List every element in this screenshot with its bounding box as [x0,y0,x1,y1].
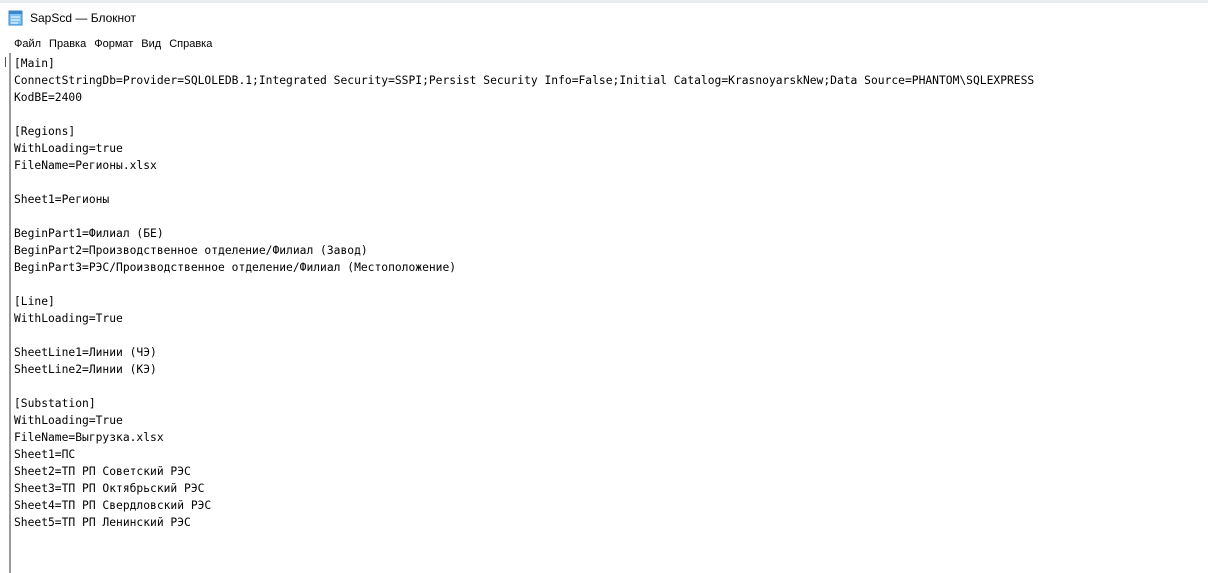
editor-line: [Main] [14,57,55,70]
menu-view[interactable]: Вид [141,38,161,50]
editor-line: Sheet1=ПС [14,448,76,461]
editor-line: Sheet2=ТП РП Советский РЭС [14,465,191,478]
editor-line: BeginPart3=РЭС/Производственное отделени… [14,261,457,274]
menu-help[interactable]: Справка [169,38,212,50]
editor-line: WithLoading=true [14,142,123,155]
editor-line: Sheet5=ТП РП Ленинский РЭС [14,516,191,529]
editor-line: BeginPart2=Производственное отделение/Фи… [14,244,368,257]
menu-format[interactable]: Формат [94,38,133,50]
notepad-window: SapScd — Блокнот Файл Правка Формат Вид … [0,0,1208,573]
editor-line: FileName=Регионы.xlsx [14,159,157,172]
editor-line: Sheet4=ТП РП Свердловский РЭС [14,499,212,512]
editor-line: ConnectStringDb=Provider=SQLOLEDB.1;Inte… [14,74,1035,87]
editor-line: [Line] [14,295,55,308]
text-caret [5,57,6,67]
editor-line: [Regions] [14,125,76,138]
editor-line: BeginPart1=Филиал (БЕ) [14,227,164,240]
editor-line: WithLoading=True [14,312,123,325]
editor-line: FileName=Выгрузка.xlsx [14,431,164,444]
editor-line: SheetLine2=Линии (КЭ) [14,363,157,376]
text-editor[interactable]: [Main] ConnectStringDb=Provider=SQLOLEDB… [9,53,1208,573]
title-bar[interactable]: SapScd — Блокнот [0,3,1208,32]
window-title: SapScd — Блокнот [30,10,137,25]
editor-content[interactable]: [Main] ConnectStringDb=Provider=SQLOLEDB… [11,53,1208,531]
menu-file[interactable]: Файл [14,38,41,50]
editor-line: SheetLine1=Линии (ЧЭ) [14,346,157,359]
menu-edit[interactable]: Правка [49,38,86,50]
editor-line: [Substation] [14,397,96,410]
editor-line: WithLoading=True [14,414,123,427]
editor-line: Sheet3=ТП РП Октябрьский РЭС [14,482,205,495]
notepad-icon [8,10,24,26]
editor-line: Sheet1=Регионы [14,193,110,206]
menu-bar: Файл Правка Формат Вид Справка [0,35,1208,53]
editor-line: KodBE=2400 [14,91,83,104]
